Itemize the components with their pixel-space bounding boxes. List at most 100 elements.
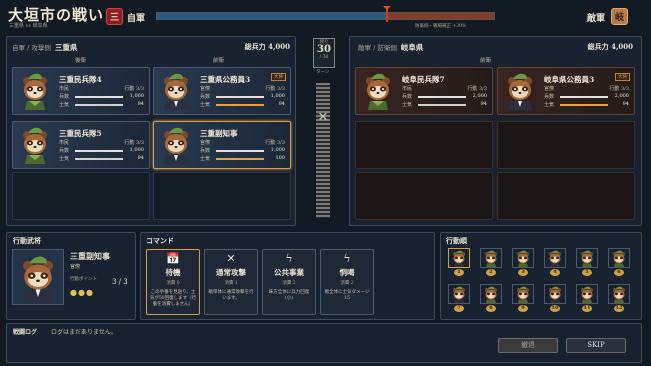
enemy-label: 敵軍 — [587, 14, 606, 24]
command-name: 通常攻撃 — [216, 268, 246, 277]
turn-order-slot[interactable] — [544, 284, 566, 304]
morale-label: 士気 — [200, 102, 211, 108]
morale-bar — [418, 104, 466, 106]
morale-bar — [75, 104, 123, 106]
ally-back-row-label: 後衛 — [75, 58, 87, 64]
command-description: 敵全体に士気ダメージ 15 — [324, 290, 370, 301]
morale-label: 士気 — [59, 102, 70, 108]
turn-order-slot[interactable] — [448, 284, 470, 304]
troops-value: 1,000 — [270, 147, 285, 153]
unit-type: 市民 — [402, 86, 413, 92]
troops-label: 兵数 — [59, 148, 70, 154]
enemy-unit-card[interactable]: 岐阜県公務員3 大将 官僚 行動 3/3 兵数 2,000 士気 94 — [497, 67, 635, 115]
turn-order-number: 2 — [486, 269, 496, 276]
turn-order-slot[interactable] — [608, 284, 630, 304]
ally-label: 自軍 — [127, 14, 146, 24]
turn-order-slot[interactable] — [608, 248, 630, 268]
command-description: この手番を見送り、士気が50回復します（行動を消費しません） — [149, 290, 197, 307]
morale-bar — [560, 104, 608, 106]
tanuki-portrait-icon — [517, 250, 529, 267]
tanuki-portrait-icon — [549, 286, 561, 303]
enemy-header: 敵軍 / 防衛側 岐阜県 — [358, 42, 423, 53]
turn-order-number: 5 — [582, 269, 592, 276]
command-description: 敵単体に通常攻撃を行います。 — [208, 290, 254, 301]
unit-name: 三重民兵隊5 — [59, 129, 102, 138]
troops-bar — [75, 150, 123, 152]
turn-order-slot[interactable] — [480, 248, 502, 268]
enemy-empty-slot[interactable] — [355, 172, 493, 220]
ally-unit-card[interactable]: 三重民兵隊5 市民 行動 3/3 兵数 1,000 士気 94 — [12, 121, 150, 169]
morale-bar — [216, 158, 264, 160]
battlefield-modifier-note: 防衛側・戦場補正 +30% — [415, 24, 467, 29]
turn-order-slot[interactable] — [576, 248, 598, 268]
skip-button[interactable]: SKIP — [566, 338, 626, 353]
turn-order-slot[interactable] — [512, 248, 534, 268]
tanuki-portrait-icon — [581, 286, 593, 303]
tanuki-portrait-icon — [508, 73, 532, 110]
enemy-empty-slot[interactable] — [497, 172, 635, 220]
turn-order-panel — [440, 232, 642, 320]
tanuki-portrait-icon — [164, 73, 188, 110]
turn-total: / 30 — [319, 55, 329, 60]
turn-order-number: 6 — [614, 269, 624, 276]
unit-name: 三重民兵隊4 — [59, 75, 102, 84]
ally-empty-slot[interactable] — [153, 172, 291, 220]
troops-value: 1,000 — [129, 93, 144, 99]
unit-actions: 行動 3/3 — [124, 140, 144, 146]
enemy-front-row-label: 前衛 — [480, 58, 492, 64]
turn-ladder-gauge — [316, 83, 330, 218]
turn-order-slot[interactable] — [448, 248, 470, 268]
turn-order-number: 4 — [550, 269, 560, 276]
turn-order-slot[interactable] — [544, 248, 566, 268]
unit-actions: 行動 3/3 — [467, 86, 487, 92]
turn-order-slot[interactable] — [576, 284, 598, 304]
command-attack-button[interactable]: ✕ 通常攻撃 消費 1 敵単体に通常攻撃を行います。 — [204, 249, 258, 315]
unit-actions: 行動 3/3 — [265, 140, 285, 146]
troops-value: 2,000 — [472, 93, 487, 99]
morale-label: 士気 — [544, 102, 555, 108]
morale-value: 94 — [622, 101, 629, 107]
balance-marker — [383, 6, 392, 22]
troops-bar — [216, 96, 264, 98]
turn-order-slot[interactable] — [512, 284, 534, 304]
troops-label: 兵数 — [402, 94, 413, 100]
unit-actions: 行動 3/3 — [265, 86, 285, 92]
retreat-button[interactable]: 撤退 — [498, 338, 558, 353]
action-points-value: 3 / 3 — [112, 278, 128, 286]
troops-bar — [560, 96, 608, 98]
command-title: コマンド — [146, 236, 174, 245]
action-point-dots: ●●● — [70, 288, 94, 297]
troops-value: 1,000 — [129, 147, 144, 153]
enemy-empty-slot[interactable] — [497, 121, 635, 169]
tanuki-portrait-icon — [23, 256, 53, 302]
ally-unit-card[interactable]: 三重民兵隊4 市民 行動 3/3 兵数 1,000 士気 94 — [12, 67, 150, 115]
morale-value: 94 — [137, 155, 144, 161]
ally-unit-card[interactable]: 三重副知事 官僚 行動 3/3 兵数 1,000 士気 100 — [153, 121, 291, 169]
ally-empty-slot[interactable] — [12, 172, 150, 220]
unit-name: 岐阜民兵隊7 — [402, 75, 445, 84]
troops-value: 1,000 — [270, 93, 285, 99]
command-wait-button[interactable]: 📅 待機 消費 0 この手番を見送り、士気が50回復します（行動を消費しません） — [146, 249, 200, 315]
troops-label: 兵数 — [200, 148, 211, 154]
morale-bar — [75, 158, 123, 160]
morale-value: 100 — [275, 155, 285, 161]
turn-order-number: 3 — [518, 269, 528, 276]
lightning-icon: ϟ — [343, 252, 351, 265]
calendar-icon: 📅 — [166, 252, 180, 265]
enemy-empty-slot[interactable] — [355, 121, 493, 169]
turn-order-number: 1 — [454, 269, 464, 276]
command-intimidate-button[interactable]: ϟ 恫喝 消費 2 敵全体に士気ダメージ 15 — [320, 249, 374, 315]
enemy-unit-card[interactable]: 岐阜民兵隊7 市民 行動 3/3 兵数 2,000 士気 94 — [355, 67, 493, 115]
turn-order-slot[interactable] — [480, 284, 502, 304]
morale-label: 士気 — [402, 102, 413, 108]
unit-type: 市民 — [59, 86, 70, 92]
tanuki-portrait-icon — [613, 286, 625, 303]
ally-header: 自軍 / 攻撃側 三重県 — [12, 42, 77, 53]
unit-name: 三重県公務員3 — [200, 75, 251, 84]
command-public-works-button[interactable]: ϟ 公共事業 消費 2 味方全体に兵力回復(小) — [262, 249, 316, 315]
troops-label: 兵数 — [544, 94, 555, 100]
morale-label: 士気 — [200, 156, 211, 162]
command-name: 待機 — [165, 268, 181, 277]
command-name: 恫喝 — [339, 268, 355, 277]
ally-unit-card[interactable]: 三重県公務員3 大将 官僚 行動 3/3 兵数 1,000 士気 94 — [153, 67, 291, 115]
